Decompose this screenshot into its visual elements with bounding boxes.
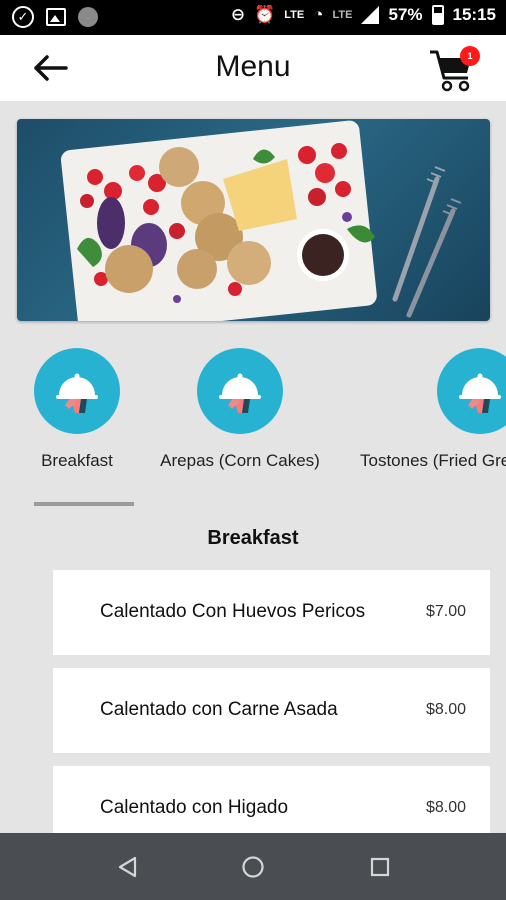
menu-item-name: Calentado Con Huevos Pericos	[100, 601, 366, 622]
nav-recents-button[interactable]	[366, 853, 394, 881]
cart-count-badge: 1	[460, 46, 480, 66]
app-bar: Menu 1	[0, 35, 506, 101]
food-cloche-icon	[56, 373, 98, 413]
menu-item-name: Calentado con Higado	[100, 797, 289, 818]
battery-percent: 57%	[388, 5, 423, 24]
alarm-icon: ⏰	[254, 5, 276, 24]
food-cloche-icon	[459, 373, 501, 413]
category-item-arepas[interactable]: Arepas (Corn Cakes)	[160, 348, 320, 471]
triangle-back-icon	[118, 856, 137, 878]
check-circle-icon: ✓	[12, 6, 34, 28]
menu-item-price: $7.00	[425, 603, 466, 620]
category-item-breakfast[interactable]: Breakfast	[34, 348, 120, 471]
category-label: Breakfast	[41, 451, 113, 470]
food-platter-illustration	[60, 120, 462, 321]
nav-back-button[interactable]	[113, 853, 141, 881]
category-item-tostones[interactable]	[437, 348, 506, 434]
selected-category-indicator	[34, 502, 134, 506]
cell-signal-icon	[361, 6, 380, 24]
do-not-disturb-icon: ⊖	[230, 5, 246, 24]
section-title: Breakfast	[207, 527, 299, 549]
menu-hero-image	[17, 119, 490, 321]
image-icon	[46, 8, 66, 26]
category-icon-circle	[437, 348, 506, 434]
nav-home-button[interactable]	[239, 853, 267, 881]
system-nav-bar	[0, 833, 506, 900]
secondary-network-type: LTE	[332, 9, 353, 21]
menu-item[interactable]: Calentado con Carne Asada $8.00	[53, 668, 490, 753]
category-carousel: Breakfast Arepas (Corn Cakes) Tostones (…	[0, 348, 506, 478]
wifi-icon: ◔	[313, 5, 324, 24]
food-cloche-icon	[219, 373, 261, 413]
clock: 15:15	[452, 5, 496, 24]
menu-item-price: $8.00	[425, 799, 466, 816]
menu-item-name: Calentado con Carne Asada	[100, 699, 338, 720]
square-recents-icon	[370, 857, 390, 877]
circle-home-icon	[242, 856, 264, 878]
category-label: Tostones (Fried Gre	[360, 451, 506, 470]
battery-icon	[431, 5, 444, 25]
menu-item[interactable]: Calentado con Higado $8.00	[53, 766, 490, 833]
category-icon-circle	[197, 348, 283, 434]
menu-item[interactable]: Calentado Con Huevos Pericos $7.00	[53, 570, 490, 655]
category-label: Arepas (Corn Cakes)	[160, 451, 320, 470]
category-icon-circle	[34, 348, 120, 434]
status-bar: ✓ ⊖ ⏰ LTE ◔ LTE 57% 15:15	[0, 0, 506, 35]
network-type: LTE	[284, 9, 305, 21]
notification-dot-icon	[78, 7, 98, 27]
menu-item-price: $8.00	[425, 701, 466, 718]
cart-button[interactable]: 1	[428, 44, 480, 94]
